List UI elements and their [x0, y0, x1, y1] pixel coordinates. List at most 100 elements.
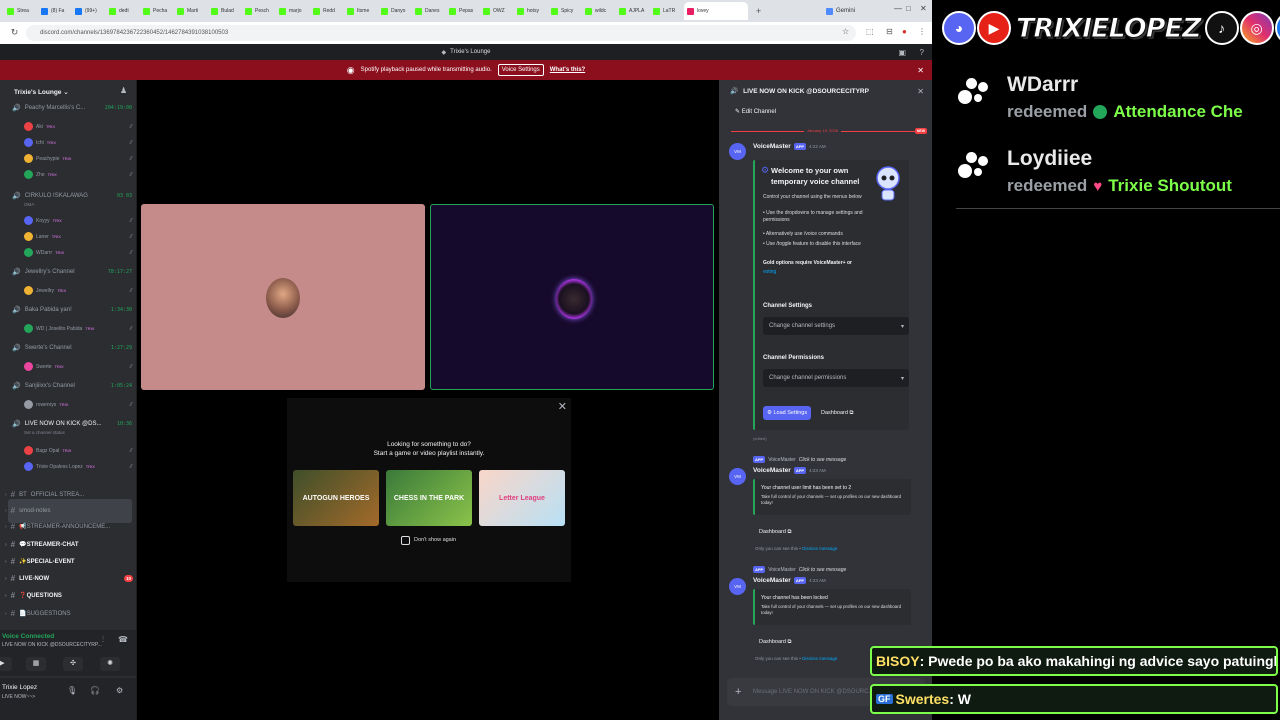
bookmark-star-icon[interactable]: ☆: [842, 27, 849, 36]
browser-tab[interactable]: lovey: [684, 2, 748, 20]
voice-user[interactable]: Aki TRIX ⁄⁄: [24, 122, 132, 131]
message-author[interactable]: VoiceMaster APP 4:22 AM: [753, 143, 826, 150]
voice-channel[interactable]: 🔊 CIRKULO ISKALAWAG 03 03: [12, 192, 132, 200]
screen-share-button[interactable]: ▦: [26, 657, 46, 671]
browser-tab[interactable]: Spicy: [548, 2, 580, 20]
disconnect-icon[interactable]: ☎: [118, 635, 128, 644]
close-chat-icon[interactable]: ✕: [917, 87, 924, 96]
text-channel[interactable]: › # BT OFFICIAL STREA...: [5, 490, 133, 499]
game-card-chess[interactable]: CHESS IN THE PARK: [386, 470, 472, 526]
voice-channel[interactable]: 🔊 LIVE NOW ON KICK @DS... 10:36: [12, 420, 132, 428]
help-icon[interactable]: ?: [920, 48, 924, 57]
video-tile-1[interactable]: [141, 204, 425, 390]
text-channel[interactable]: › # ✨SPECIAL-EVENT: [5, 557, 133, 566]
menu-icon[interactable]: ⊟: [886, 27, 893, 36]
load-settings-button[interactable]: ⚙ Load Settings: [763, 406, 812, 420]
voice-user[interactable]: WDarrr TRIX ⁄⁄: [24, 248, 132, 257]
inbox-icon[interactable]: ▣: [898, 48, 906, 57]
browser-tab[interactable]: Marti: [174, 2, 206, 20]
browser-tab[interactable]: Bulad: [208, 2, 240, 20]
new-tab-icon[interactable]: +: [750, 6, 767, 16]
voice-user[interactable]: Zhe TRIX ⁄⁄: [24, 170, 132, 179]
channel-settings-dropdown[interactable]: Change channel settings: [763, 317, 909, 335]
bot-avatar[interactable]: VM: [729, 143, 746, 160]
browser-tab[interactable]: Danyo: [378, 2, 410, 20]
invite-icon[interactable]: ♟: [120, 86, 127, 95]
text-channel[interactable]: › # 📄SUGGESTIONS: [5, 609, 133, 618]
browser-tab[interactable]: Pecha: [140, 2, 172, 20]
dismiss-link[interactable]: Dismiss message: [802, 656, 837, 661]
whats-this-link[interactable]: What's this?: [550, 67, 585, 73]
close-window-icon[interactable]: ✕: [920, 4, 927, 13]
headphones-icon[interactable]: 🎧: [90, 686, 100, 695]
username[interactable]: Trixie Lopez: [2, 684, 37, 691]
bot-avatar[interactable]: VM: [729, 578, 746, 595]
voice-channel[interactable]: 🔊 Jewellry's Channel 78:17:27: [12, 268, 132, 276]
video-tile-2[interactable]: [430, 204, 714, 390]
browser-tab[interactable]: (99+): [72, 2, 104, 20]
add-attachment-icon[interactable]: +: [735, 686, 741, 698]
text-channel[interactable]: › # ❓QUESTIONS: [5, 591, 133, 600]
browser-tab[interactable]: Pepas: [446, 2, 478, 20]
reply-reference[interactable]: APP VoiceMaster Click to see message: [753, 566, 846, 573]
reload-icon[interactable]: ↻: [8, 27, 21, 38]
voice-user[interactable]: Jewellry TRIX ⁄⁄: [24, 286, 132, 295]
browser-tab[interactable]: LaTR: [650, 2, 682, 20]
browser-tab[interactable]: AJPLA: [616, 2, 648, 20]
voice-user[interactable]: Ichi TRIX ⁄⁄: [24, 138, 132, 147]
extensions-icon[interactable]: ⬚: [866, 27, 874, 36]
voice-user[interactable]: rowenrys TRIX ⁄⁄: [24, 400, 132, 409]
message-author[interactable]: VoiceMaster APP 4:23 AM: [753, 577, 826, 584]
minimize-icon[interactable]: —: [894, 4, 902, 13]
profile-avatar[interactable]: ●: [902, 27, 907, 36]
dismiss-link[interactable]: Dismiss message: [802, 546, 837, 551]
camera-button[interactable]: ▶: [0, 657, 12, 671]
voice-channel[interactable]: 🔊 Swerte's Channel 1:27:29: [12, 344, 132, 352]
edit-channel-button[interactable]: ✎ Edit Channel: [735, 108, 776, 115]
voice-user[interactable]: WD | Joselito Pabida TRIX ⁄⁄: [24, 324, 132, 333]
voice-channel[interactable]: 🔊 Peachy Marcellis's C... 204:19:00: [12, 104, 132, 112]
browser-tab[interactable]: Danes: [412, 2, 444, 20]
voice-user[interactable]: Peachypie TRIX ⁄⁄: [24, 154, 132, 163]
text-channel[interactable]: › # 📢STREAMER-ANNOUNCEME...: [5, 522, 133, 531]
browser-tab[interactable]: Pesch: [242, 2, 274, 20]
voice-user[interactable]: Bagz Opal TRIX ⁄⁄: [24, 446, 132, 455]
browser-tab[interactable]: wildc: [582, 2, 614, 20]
mic-icon[interactable]: 🎙: [67, 686, 77, 695]
browser-tab[interactable]: marjo: [276, 2, 308, 20]
voice-settings-button[interactable]: Voice Settings: [497, 64, 544, 76]
dashboard-button[interactable]: Dashboard ⧉: [759, 639, 791, 646]
voice-channel[interactable]: 🔊 Baka Pabida yan! 1:34:30: [12, 306, 132, 314]
voice-user[interactable]: Koyyy TRIX ⁄⁄: [24, 216, 132, 225]
browser-tab[interactable]: hotsy: [514, 2, 546, 20]
close-notice-icon[interactable]: ✕: [917, 66, 924, 75]
reply-reference[interactable]: APP VoiceMaster Click to see message: [753, 456, 846, 463]
game-card-letter-league[interactable]: Letter League: [479, 470, 565, 526]
game-card-autogun[interactable]: AUTOGUN HEROES: [293, 470, 379, 526]
browser-tab[interactable]: (8) Fa: [38, 2, 70, 20]
dashboard-button[interactable]: Dashboard ⧉: [759, 529, 791, 536]
address-bar[interactable]: discord.com/channels/1369784236722360452…: [26, 25, 856, 41]
text-channel[interactable]: › # 💬STREAMER-CHAT: [5, 540, 133, 549]
browser-tab[interactable]: OWZ: [480, 2, 512, 20]
voice-user[interactable]: Laner TRIX ⁄⁄: [24, 232, 132, 241]
browser-tab[interactable]: Strea: [4, 2, 36, 20]
voice-connected-channel[interactable]: LIVE NOW ON KICK @DSOURCECITYRP...: [2, 642, 102, 648]
more-icon[interactable]: ⋮: [918, 27, 926, 36]
close-activity-icon[interactable]: ✕: [558, 400, 567, 413]
dont-show-checkbox[interactable]: [401, 536, 410, 545]
browser-tab[interactable]: Redd: [310, 2, 342, 20]
voice-signal-icon[interactable]: ⫶: [102, 635, 104, 645]
voice-user[interactable]: Swerte TRIX ⁄⁄: [24, 362, 132, 371]
settings-gear-icon[interactable]: ⚙: [116, 686, 123, 695]
voice-channel[interactable]: 🔊 Sanjiiixx's Channel 1:05:24: [12, 382, 132, 390]
channel-permissions-dropdown[interactable]: Change channel permissions: [763, 369, 909, 387]
server-name-dropdown[interactable]: Trixie's Lounge ⌄: [14, 88, 69, 96]
tab-gemini[interactable]: Gemini: [826, 2, 884, 20]
maximize-icon[interactable]: □: [906, 4, 911, 13]
dashboard-button[interactable]: Dashboard ⧉: [821, 410, 853, 417]
soundboard-button[interactable]: ✺: [100, 657, 120, 671]
activities-button[interactable]: ✣: [63, 657, 83, 671]
message-author[interactable]: VoiceMaster APP 4:23 AM: [753, 467, 826, 474]
bot-avatar[interactable]: VM: [729, 468, 746, 485]
